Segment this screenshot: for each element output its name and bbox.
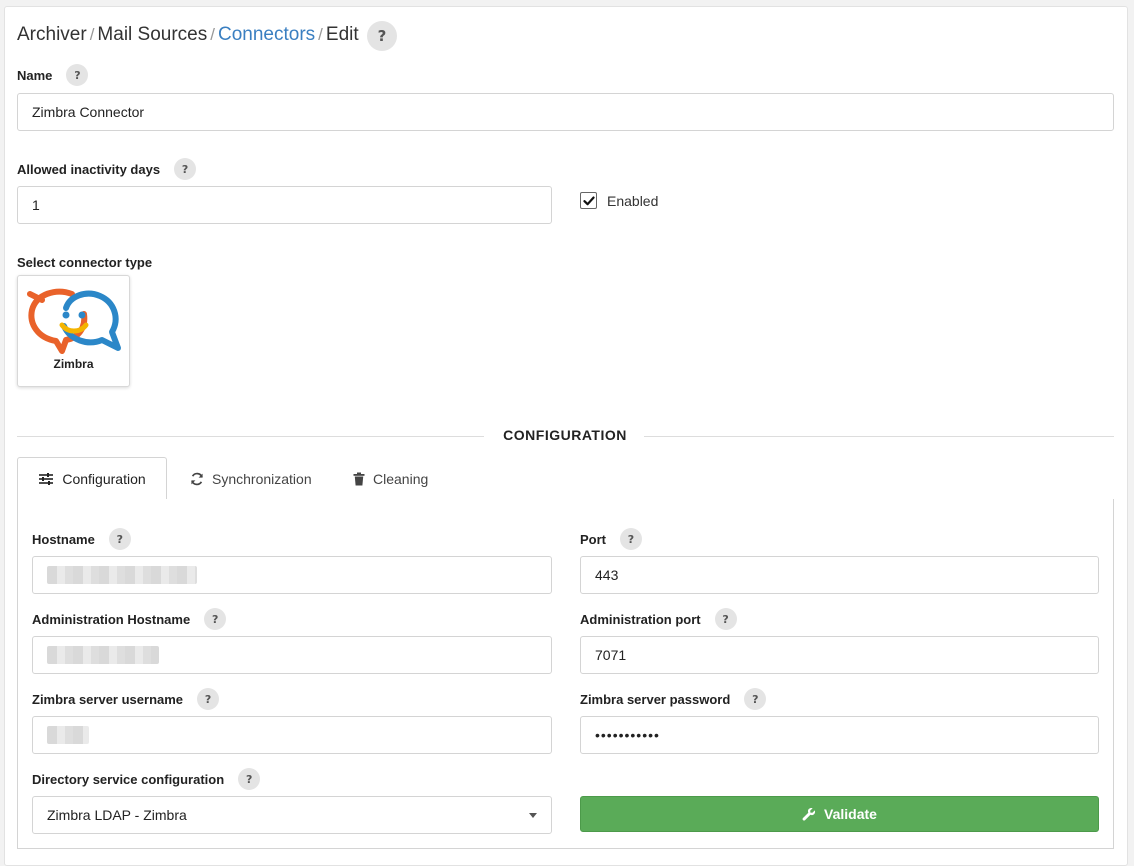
refresh-icon bbox=[191, 472, 203, 486]
hostname-input[interactable] bbox=[32, 556, 552, 594]
hostname-label-row: Hostname ? bbox=[32, 528, 131, 550]
name-input[interactable]: Zimbra Connector bbox=[17, 93, 1114, 131]
password-help-icon[interactable]: ? bbox=[744, 688, 767, 710]
tab-synchronization-label: Synchronization bbox=[212, 471, 312, 487]
validate-button[interactable]: Validate bbox=[580, 796, 1099, 832]
enabled-checkbox[interactable] bbox=[580, 192, 597, 209]
admin-port-label-row: Administration port ? bbox=[580, 608, 737, 630]
section-divider-right bbox=[644, 436, 1114, 437]
password-label: Zimbra server password bbox=[580, 691, 731, 707]
inactivity-input-value: 1 bbox=[32, 197, 40, 213]
admin-hostname-redacted-value bbox=[47, 646, 159, 664]
trash-icon bbox=[353, 472, 365, 486]
directory-select[interactable]: Zimbra LDAP - Zimbra bbox=[32, 796, 552, 834]
tab-synchronization[interactable]: Synchronization bbox=[190, 469, 312, 489]
hostname-redacted-value bbox=[47, 566, 197, 584]
name-input-value: Zimbra Connector bbox=[32, 104, 145, 120]
directory-select-value: Zimbra LDAP - Zimbra bbox=[47, 807, 187, 823]
inactivity-label: Allowed inactivity days bbox=[17, 161, 161, 177]
admin-port-input[interactable]: 7071 bbox=[580, 636, 1099, 674]
tab-configuration[interactable]: Configuration bbox=[17, 457, 167, 500]
breadcrumb-mail-sources[interactable]: Mail Sources bbox=[97, 24, 207, 45]
breadcrumb-separator: / bbox=[89, 25, 95, 44]
admin-hostname-label-row: Administration Hostname ? bbox=[32, 608, 227, 630]
username-input[interactable] bbox=[32, 716, 552, 754]
name-label-row: Name ? bbox=[17, 64, 89, 86]
tab-configuration-label: Configuration bbox=[62, 470, 146, 487]
section-title: CONFIGURATION bbox=[503, 427, 627, 443]
enabled-checkbox-row: Enabled bbox=[580, 192, 658, 209]
connector-tile-label: Zimbra bbox=[53, 357, 94, 371]
admin-hostname-help-icon[interactable]: ? bbox=[204, 608, 227, 630]
admin-hostname-input[interactable] bbox=[32, 636, 552, 674]
password-input[interactable]: ••••••••••• bbox=[580, 716, 1099, 754]
connector-tile-zimbra[interactable]: Zimbra bbox=[17, 275, 130, 387]
admin-port-input-value: 7071 bbox=[595, 647, 627, 663]
connector-type-label-text: Select connector type bbox=[17, 255, 153, 270]
breadcrumb-separator: / bbox=[318, 25, 323, 44]
admin-hostname-label: Administration Hostname bbox=[32, 611, 191, 627]
breadcrumb-separator: / bbox=[210, 25, 215, 44]
breadcrumb: Archiver / Mail Sources / Connectors / Edit bbox=[17, 24, 359, 46]
port-label: Port bbox=[580, 531, 606, 547]
sliders-icon bbox=[39, 472, 54, 485]
admin-port-help-icon[interactable]: ? bbox=[714, 608, 737, 630]
admin-port-label: Administration port bbox=[580, 611, 701, 627]
section-divider-left bbox=[17, 436, 484, 437]
page-help-icon[interactable]: ? bbox=[367, 21, 397, 51]
tab-cleaning-label: Cleaning bbox=[373, 471, 429, 487]
wrench-icon bbox=[802, 807, 816, 821]
username-help-icon[interactable]: ? bbox=[197, 688, 220, 710]
username-redacted-value bbox=[47, 726, 89, 744]
username-label-row: Zimbra server username ? bbox=[32, 688, 220, 710]
port-input-value: 443 bbox=[595, 567, 619, 583]
tab-cleaning[interactable]: Cleaning bbox=[353, 469, 428, 489]
caret-down-icon bbox=[529, 812, 537, 818]
checkmark-icon bbox=[582, 196, 595, 205]
password-label-row: Zimbra server password ? bbox=[580, 688, 767, 710]
directory-label: Directory service configuration bbox=[32, 771, 225, 787]
validate-button-label: Validate bbox=[824, 806, 877, 822]
port-label-row: Port ? bbox=[580, 528, 642, 550]
inactivity-help-icon[interactable]: ? bbox=[174, 158, 197, 180]
breadcrumb-edit: Edit bbox=[325, 24, 359, 45]
port-help-icon[interactable]: ? bbox=[620, 528, 642, 550]
directory-help-icon[interactable]: ? bbox=[238, 768, 261, 790]
name-help-icon[interactable]: ? bbox=[66, 64, 89, 86]
breadcrumb-archiver[interactable]: Archiver bbox=[17, 24, 87, 45]
zimbra-logo-icon bbox=[27, 288, 121, 354]
name-label: Name bbox=[17, 67, 53, 83]
breadcrumb-connectors-link[interactable]: Connectors bbox=[218, 24, 315, 45]
enabled-label: Enabled bbox=[607, 192, 659, 209]
inactivity-label-row: Allowed inactivity days ? bbox=[17, 158, 197, 180]
hostname-help-icon[interactable]: ? bbox=[108, 528, 131, 550]
hostname-label: Hostname bbox=[32, 531, 95, 547]
connector-type-label: Select connector type bbox=[17, 255, 152, 270]
username-label: Zimbra server username bbox=[32, 691, 184, 707]
inactivity-input[interactable]: 1 bbox=[17, 186, 552, 224]
password-input-value: ••••••••••• bbox=[595, 727, 660, 743]
directory-label-row: Directory service configuration ? bbox=[32, 768, 261, 790]
port-input[interactable]: 443 bbox=[580, 556, 1099, 594]
